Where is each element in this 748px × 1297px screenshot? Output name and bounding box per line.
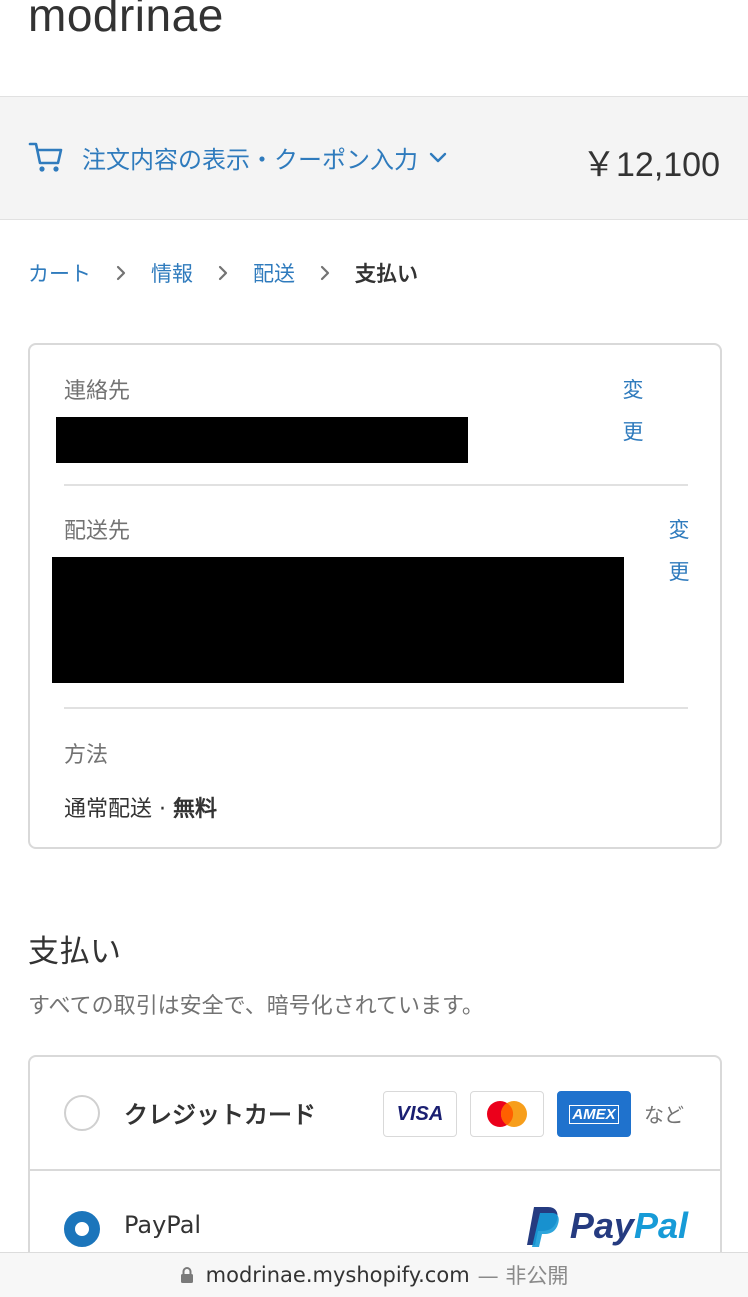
breadcrumb-information[interactable]: 情報: [151, 258, 193, 288]
divider: [64, 484, 688, 486]
lock-icon: [180, 1267, 193, 1283]
store-header: modrinae: [0, 0, 748, 96]
paypal-radio[interactable]: [64, 1211, 100, 1247]
credit-card-radio[interactable]: [64, 1095, 100, 1131]
order-summary-toggle[interactable]: 注文内容の表示・クーポン入力: [28, 139, 448, 175]
breadcrumb-shipping[interactable]: 配送: [253, 258, 295, 288]
divider: [64, 707, 688, 709]
breadcrumb: カート 情報 配送 支払い: [28, 258, 418, 288]
method-name: 通常配送 ·: [64, 797, 173, 822]
ship-to-label: 配送先: [64, 519, 131, 544]
more-brands-label: など: [644, 1103, 684, 1127]
breadcrumb-cart[interactable]: カート: [28, 258, 91, 288]
payment-option-credit-card[interactable]: クレジットカード VISA AMEX など: [30, 1057, 720, 1171]
url-text: modrinae.myshopify.com: [205, 1263, 470, 1287]
ship-to-change-link[interactable]: 変更: [666, 509, 692, 593]
redacted-address: [52, 557, 624, 683]
breadcrumb-payment: 支払い: [355, 262, 418, 286]
paypal-label: PayPal: [124, 1211, 202, 1239]
amex-icon: AMEX: [557, 1091, 631, 1137]
paypal-logo: PayPal: [524, 1203, 688, 1249]
credit-card-label: クレジットカード: [124, 1101, 316, 1129]
paypal-p-icon: [526, 1207, 559, 1247]
paypal-wordmark: PayPal: [569, 1205, 688, 1246]
contact-label: 連絡先: [64, 379, 131, 404]
store-name[interactable]: modrinae: [28, 0, 224, 42]
chevron-down-icon: [429, 152, 447, 163]
ship-to-row: 配送先 変更: [64, 513, 690, 584]
chevron-right-icon: [218, 265, 228, 281]
method-row: 方法 通常配送 · 無料: [64, 737, 688, 823]
cart-icon: [28, 142, 63, 172]
order-summary-label: 注文内容の表示・クーポン入力: [82, 145, 418, 174]
redacted-contact: [56, 417, 468, 463]
method-price: 無料: [172, 797, 217, 822]
review-box: 連絡先 変更 配送先 変更 方法 通常配送 · 無料: [28, 343, 722, 849]
mastercard-icon: [470, 1091, 544, 1137]
method-label: 方法: [64, 743, 109, 768]
chevron-right-icon: [320, 265, 330, 281]
contact-row: 連絡先 変更: [64, 373, 688, 444]
url-visibility: — 非公開: [477, 1264, 569, 1288]
mastercard-logo: [487, 1101, 527, 1127]
contact-change-link[interactable]: 変更: [620, 369, 646, 453]
browser-url-bar[interactable]: modrinae.myshopify.com — 非公開: [0, 1252, 748, 1297]
visa-icon: VISA: [383, 1091, 457, 1137]
order-summary-bar[interactable]: 注文内容の表示・クーポン入力 ￥12,100: [0, 96, 748, 220]
order-total: ￥12,100: [582, 146, 720, 184]
method-value: 通常配送 · 無料: [64, 791, 688, 823]
chevron-right-icon: [116, 265, 126, 281]
payment-subtitle: すべての取引は安全で、暗号化されています。: [28, 994, 484, 1019]
payment-title: 支払い: [28, 934, 121, 970]
